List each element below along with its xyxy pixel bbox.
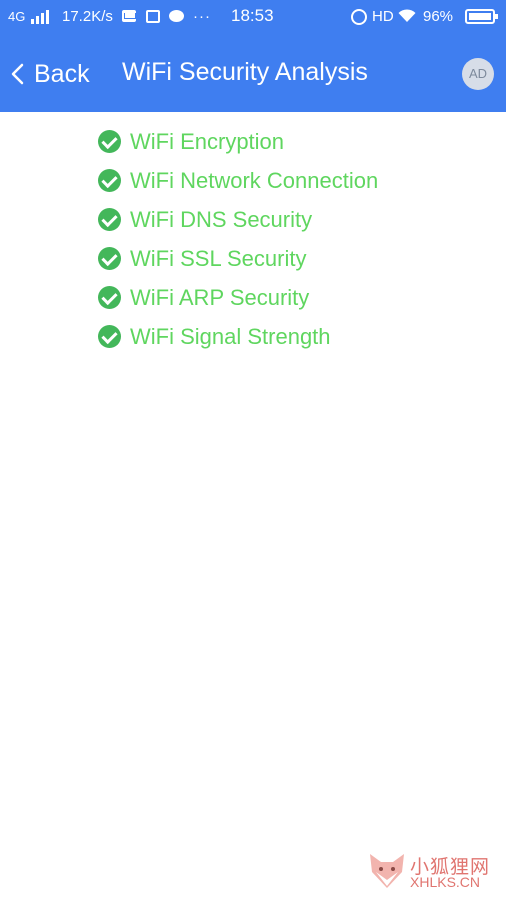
page-title: WiFi Security Analysis: [122, 58, 368, 86]
check-circle-icon: [98, 130, 121, 153]
hd-indicator: HD: [372, 8, 394, 25]
wifi-icon: [398, 9, 416, 22]
check-item-arp-security: WiFi ARP Security: [98, 278, 378, 317]
check-item-label: WiFi Encryption: [130, 128, 285, 154]
back-label: Back: [34, 59, 90, 88]
fox-logo-icon: [370, 854, 404, 888]
check-circle-icon: [98, 286, 121, 309]
navigation-bar: Back WiFi Security Analysis AD: [0, 34, 506, 112]
battery-percent: 96%: [423, 8, 454, 25]
check-item-label: WiFi ARP Security: [130, 284, 310, 310]
check-item-encryption: WiFi Encryption: [98, 122, 378, 161]
check-circle-icon: [98, 247, 121, 270]
more-notifications-icon: ···: [193, 8, 211, 25]
back-button[interactable]: Back: [8, 56, 90, 92]
check-item-label: WiFi DNS Security: [130, 206, 313, 232]
check-item-label: WiFi Signal Strength: [130, 323, 331, 349]
battery-icon: [465, 9, 498, 24]
status-bar: 4G 17.2K/s ··· 18:53 HD 96%: [0, 0, 506, 34]
message-icon: [169, 10, 184, 22]
mail-icon: [122, 10, 136, 22]
check-item-ssl-security: WiFi SSL Security: [98, 239, 378, 278]
check-item-label: WiFi SSL Security: [130, 245, 307, 271]
network-type: 4G: [8, 9, 26, 24]
alarm-icon: [351, 9, 367, 25]
watermark-text-en: XHLKS.CN: [410, 874, 481, 890]
app-header: 4G 17.2K/s ··· 18:53 HD 96% Back WiFi Se…: [0, 0, 506, 112]
check-circle-icon: [98, 325, 121, 348]
check-item-label: WiFi Network Connection: [130, 167, 379, 193]
network-speed: 17.2K/s: [62, 8, 113, 25]
ad-button[interactable]: AD: [462, 58, 494, 90]
check-item-dns-security: WiFi DNS Security: [98, 200, 378, 239]
check-circle-icon: [98, 208, 121, 231]
check-circle-icon: [98, 169, 121, 192]
back-chevron-icon: [11, 63, 24, 85]
clock: 18:53: [231, 6, 274, 25]
check-item-network-connection: WiFi Network Connection: [98, 161, 378, 200]
mail-outline-icon: [146, 10, 160, 23]
check-item-signal-strength: WiFi Signal Strength: [98, 317, 378, 356]
security-check-list: WiFi Encryption WiFi Network Connection …: [98, 122, 378, 356]
signal-icon: [31, 10, 51, 24]
watermark: 小狐狸网 XHLKS.CN: [366, 850, 498, 894]
